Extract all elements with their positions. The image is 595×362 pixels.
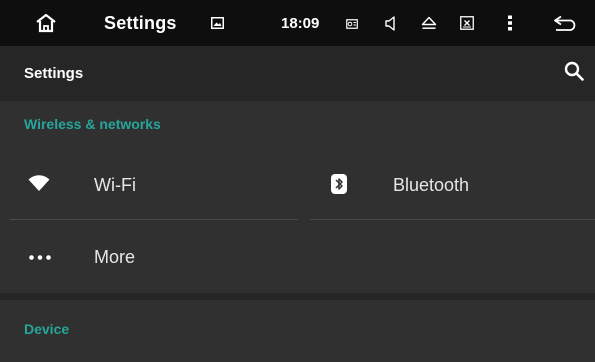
- clock-time: 18:09: [281, 14, 320, 32]
- action-bar: Settings: [0, 46, 595, 101]
- divider: [310, 219, 595, 220]
- more-tile[interactable]: More: [0, 222, 300, 292]
- gallery-icon: [210, 0, 224, 46]
- more-dots-icon: [28, 254, 52, 260]
- bluetooth-label: Bluetooth: [393, 175, 470, 195]
- bluetooth-tile[interactable]: Bluetooth: [300, 150, 595, 218]
- radio-icon: [345, 0, 359, 46]
- status-bar-title: Settings: [104, 12, 177, 33]
- section-divider: [0, 293, 595, 300]
- wifi-label: Wi-Fi: [94, 175, 136, 195]
- search-icon[interactable]: [564, 61, 586, 83]
- back-icon[interactable]: [552, 0, 580, 46]
- home-icon[interactable]: [34, 0, 58, 46]
- section-header-device: Device: [24, 321, 70, 337]
- status-bar: Settings 18:09: [0, 0, 595, 46]
- eject-icon[interactable]: [420, 0, 438, 46]
- page-title: Settings: [24, 65, 84, 82]
- wifi-icon: [28, 174, 50, 192]
- overflow-menu-icon[interactable]: [503, 0, 517, 46]
- bluetooth-icon: [331, 174, 347, 194]
- divider: [10, 219, 298, 220]
- close-box-icon[interactable]: [459, 0, 475, 46]
- volume-icon[interactable]: [384, 0, 398, 46]
- wifi-tile[interactable]: Wi-Fi: [0, 150, 300, 218]
- more-label: More: [94, 247, 136, 267]
- section-header-wireless: Wireless & networks: [24, 116, 161, 132]
